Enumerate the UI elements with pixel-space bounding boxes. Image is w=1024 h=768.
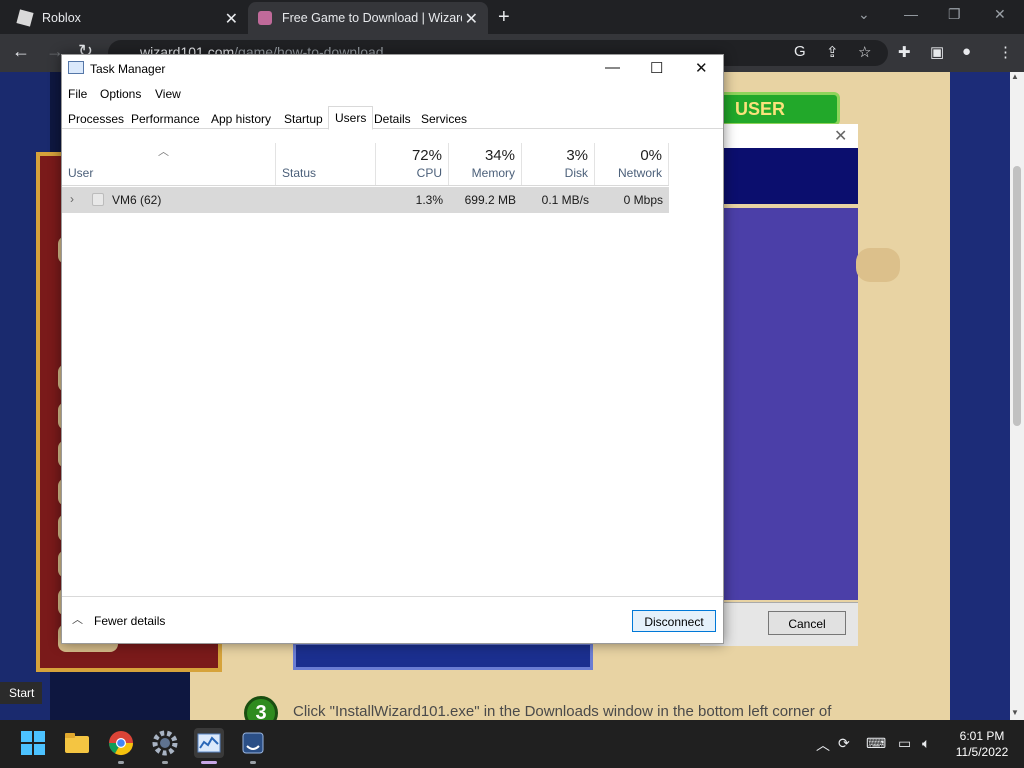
scroll-ornament xyxy=(856,248,900,282)
settings-icon[interactable] xyxy=(150,728,180,758)
google-lens-icon[interactable]: G xyxy=(794,43,806,60)
starry-sky-right xyxy=(940,72,1010,720)
column-user[interactable]: User xyxy=(62,143,276,185)
close-tab-icon[interactable]: ✕ xyxy=(225,9,238,29)
tab-services[interactable]: Services xyxy=(415,109,473,129)
task-manager-window: Task Manager — ☐ ✕ File Options View Pro… xyxy=(61,54,724,644)
user-button[interactable]: USER xyxy=(708,92,840,126)
tab-startup[interactable]: Startup xyxy=(278,109,329,129)
running-indicator xyxy=(162,761,168,764)
task-manager-titlebar[interactable]: Task Manager — ☐ ✕ xyxy=(62,55,723,83)
column-label: Memory xyxy=(471,166,515,180)
minimize-icon[interactable]: — xyxy=(605,59,620,76)
scroll-down-arrow-icon[interactable]: ▼ xyxy=(1011,708,1019,717)
tab-roblox[interactable]: Roblox ✕ xyxy=(8,2,248,34)
cell-cpu: 1.3% xyxy=(415,193,443,207)
column-memory[interactable]: 34% Memory xyxy=(449,143,522,185)
column-label: User xyxy=(68,166,94,180)
column-headers: User Status 72% CPU 34% Memory 3% Disk 0… xyxy=(62,143,669,186)
close-tab-icon[interactable]: ✕ xyxy=(465,9,478,29)
tab-wizard101[interactable]: Free Game to Download | Wizard ✕ xyxy=(248,2,488,34)
start-tooltip: Start xyxy=(0,682,42,704)
cell-user: VM6 (62) xyxy=(112,193,162,207)
step-instruction-text: Click "InstallWizard101.exe" in the Down… xyxy=(293,703,832,720)
extensions-puzzle-icon[interactable]: ✚ xyxy=(898,43,911,61)
minimize-icon[interactable]: — xyxy=(904,6,918,22)
cell-disk: 0.1 MB/s xyxy=(541,193,589,207)
column-percent: 72% xyxy=(411,147,442,164)
cell-network: 0 Mbps xyxy=(623,193,663,207)
roblox-favicon-icon xyxy=(16,9,34,27)
column-cpu[interactable]: 72% CPU xyxy=(376,143,449,185)
close-window-icon[interactable]: ✕ xyxy=(994,6,1006,23)
column-network[interactable]: 0% Network xyxy=(595,143,669,185)
cell-memory: 699.2 MB xyxy=(464,193,516,207)
column-percent: 3% xyxy=(566,147,588,164)
column-percent: 34% xyxy=(484,147,515,164)
running-indicator xyxy=(118,761,124,764)
screenshot-frame xyxy=(293,642,593,670)
restore-icon[interactable]: ❐ xyxy=(948,6,961,23)
browser-tabstrip: Roblox ✕ Free Game to Download | Wizard … xyxy=(0,0,1024,34)
window-title: Task Manager xyxy=(90,62,166,76)
column-label: Disk xyxy=(564,166,588,180)
chevron-up-icon[interactable]: ︿ xyxy=(72,611,83,627)
menu-options[interactable]: Options xyxy=(100,87,141,101)
running-indicator xyxy=(250,761,256,764)
column-label: Status xyxy=(282,166,317,180)
dialog-cancel-button[interactable]: Cancel xyxy=(768,611,846,635)
side-panel-icon[interactable]: ▣ xyxy=(930,43,944,61)
clock-time: 6:01 PM xyxy=(959,729,1005,743)
tab-bar: Processes Performance App history Startu… xyxy=(62,106,723,130)
tab-users[interactable]: Users xyxy=(328,106,374,130)
chrome-icon[interactable] xyxy=(106,728,136,758)
display-icon[interactable]: ▭ xyxy=(898,735,911,752)
menu-view[interactable]: View xyxy=(155,87,181,101)
sync-icon[interactable]: ⟳ xyxy=(838,735,850,752)
dialog-close-icon[interactable]: ✕ xyxy=(834,126,847,146)
active-indicator xyxy=(201,761,217,764)
back-icon[interactable]: ← xyxy=(12,41,30,62)
column-disk[interactable]: 3% Disk xyxy=(522,143,595,185)
file-explorer-icon[interactable] xyxy=(62,728,92,758)
tab-processes[interactable]: Processes xyxy=(62,109,130,129)
close-icon[interactable]: ✕ xyxy=(695,59,708,77)
new-tab-icon[interactable]: + xyxy=(498,6,510,29)
keyboard-icon[interactable]: ⌨ xyxy=(866,735,886,752)
profile-avatar-icon[interactable]: ● xyxy=(962,43,971,60)
wizard101-favicon-icon xyxy=(258,11,272,25)
scrollbar-thumb[interactable] xyxy=(1013,166,1021,426)
bookmark-star-icon[interactable]: ☆ xyxy=(858,43,871,61)
column-percent: 0% xyxy=(640,147,662,164)
fewer-details-link[interactable]: Fewer details xyxy=(94,614,165,628)
start-icon[interactable] xyxy=(18,728,48,758)
column-label: Network xyxy=(617,166,662,180)
tab-app-history[interactable]: App history xyxy=(205,109,277,129)
tab-performance[interactable]: Performance xyxy=(125,109,206,129)
expand-chevron-icon[interactable]: › xyxy=(70,192,74,206)
menu-file[interactable]: File xyxy=(68,87,87,101)
maximize-icon[interactable]: ☐ xyxy=(650,59,663,77)
disconnect-button[interactable]: Disconnect xyxy=(632,610,716,632)
tab-title: Roblox xyxy=(42,11,81,25)
volume-icon[interactable]: 🔈︎ xyxy=(922,735,930,752)
tab-title: Free Game to Download | Wizard xyxy=(282,11,462,25)
system-clock[interactable]: 6:01 PM 11/5/2022 xyxy=(948,728,1016,760)
tab-search-chevron-icon[interactable]: ⌄ xyxy=(858,6,870,23)
clock-date: 11/5/2022 xyxy=(955,745,1009,759)
task-manager-footer: ︿ Fewer details Disconnect xyxy=(62,596,723,644)
show-hidden-icons-chevron-icon[interactable]: ︿ xyxy=(816,735,830,755)
task-manager-icon[interactable] xyxy=(194,728,224,758)
scroll-up-arrow-icon[interactable]: ▲ xyxy=(1011,72,1019,81)
share-icon[interactable]: ⇪ xyxy=(826,43,839,61)
table-row[interactable]: › VM6 (62) 1.3% 699.2 MB 0.1 MB/s 0 Mbps xyxy=(62,187,669,213)
task-manager-app-icon xyxy=(68,61,84,74)
chrome-menu-icon[interactable]: ⋮ xyxy=(998,43,1013,61)
wizard101-icon[interactable] xyxy=(238,728,268,758)
column-status[interactable]: Status xyxy=(276,143,376,185)
column-label: CPU xyxy=(416,166,442,180)
user-icon xyxy=(92,193,104,206)
tab-details[interactable]: Details xyxy=(368,109,417,129)
